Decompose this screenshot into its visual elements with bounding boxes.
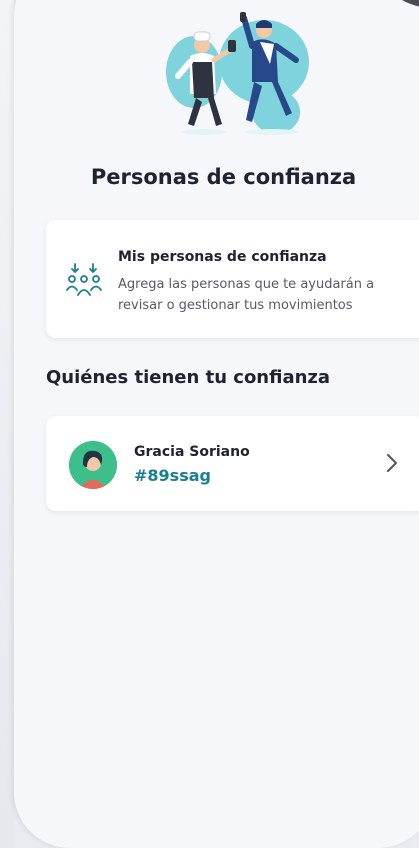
section-title: Quiénes tienen tu confianza <box>46 367 331 388</box>
person-card[interactable]: Gracia Soriano #89ssag <box>46 416 419 511</box>
person-code: #89ssag <box>134 466 211 485</box>
person-avatar-icon <box>69 441 117 489</box>
person-name: Gracia Soriano <box>134 444 250 460</box>
avatar <box>69 441 117 489</box>
card-description: Agrega las personas que te ayudarán a re… <box>118 277 375 313</box>
device-corner <box>372 0 419 8</box>
card-title: Mis personas de confianza <box>118 249 327 265</box>
my-trusted-people-card[interactable]: Mis personas de confianza Agrega las per… <box>46 220 419 338</box>
people-dancing-illustration <box>166 12 309 135</box>
chevron-right-icon <box>387 454 397 472</box>
app-screen: i Personas de confianza <box>14 0 419 848</box>
background-edge <box>0 0 14 848</box>
people-group-icon <box>66 263 102 296</box>
page-title: Personas de confianza <box>90 165 357 189</box>
